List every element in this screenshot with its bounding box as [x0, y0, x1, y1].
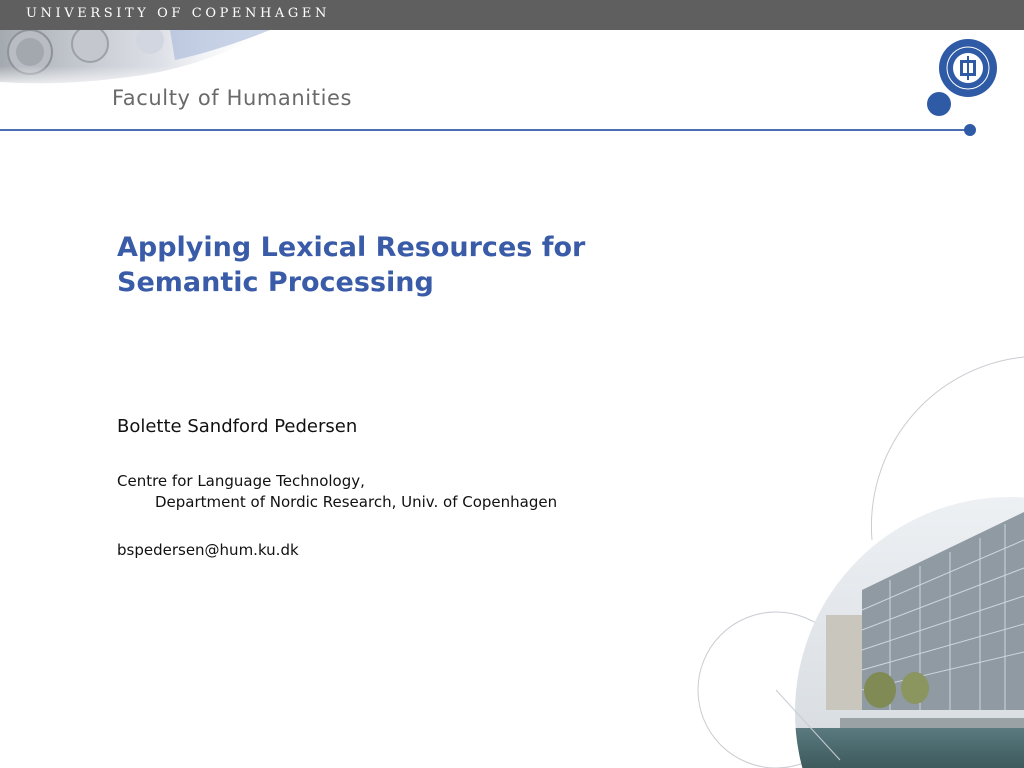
author-name: Bolette Sandford Pedersen — [117, 416, 358, 437]
title-line-2: Semantic Processing — [117, 267, 434, 298]
affiliation-line-1: Centre for Language Technology, — [117, 472, 365, 490]
slide-title: Applying Lexical Resources for Semantic … — [117, 230, 677, 300]
title-line-1: Applying Lexical Resources for — [117, 232, 586, 263]
affiliation: Centre for Language Technology, Departme… — [117, 471, 557, 513]
building-photo — [697, 356, 1024, 768]
decorative-dot-small — [964, 124, 976, 136]
header-divider — [0, 129, 970, 131]
author-email: bspedersen@hum.ku.dk — [117, 541, 299, 559]
top-bar: UNIVERSITY OF COPENHAGEN — [0, 0, 1024, 30]
decorative-dot-large — [927, 92, 951, 116]
university-seal-logo — [939, 39, 997, 97]
seal-relief-banner — [0, 30, 290, 90]
faculty-name: Faculty of Humanities — [112, 86, 353, 110]
university-name: UNIVERSITY OF COPENHAGEN — [26, 6, 330, 21]
affiliation-line-2: Department of Nordic Research, Univ. of … — [155, 493, 558, 511]
